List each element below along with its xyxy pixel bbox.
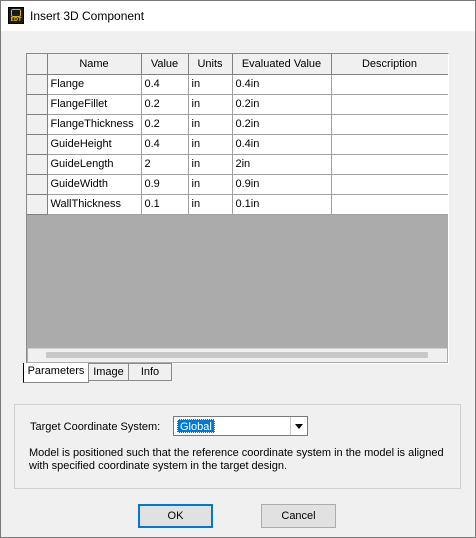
cell-value[interactable]: 0.2 <box>141 94 189 115</box>
cell-units[interactable]: in <box>188 74 233 95</box>
column-header-value[interactable]: Value <box>141 54 189 75</box>
column-header-description[interactable]: Description <box>331 54 448 75</box>
row-header[interactable] <box>27 94 48 115</box>
parameters-table-panel: Name Value Units Evaluated Value Descrip… <box>26 53 449 364</box>
cell-name[interactable]: FlangeFillet <box>47 94 142 115</box>
cell-units[interactable]: in <box>188 154 233 175</box>
cell-value[interactable]: 2 <box>141 154 189 175</box>
row-header[interactable] <box>27 194 48 215</box>
cell-name[interactable]: GuideLength <box>47 154 142 175</box>
cell-description[interactable] <box>331 74 448 95</box>
table-header-row: Name Value Units Evaluated Value Descrip… <box>27 54 448 75</box>
cell-units[interactable]: in <box>188 174 233 195</box>
cell-name[interactable]: FlangeThickness <box>47 114 142 135</box>
target-coordinate-system-select[interactable]: Global <box>173 416 308 436</box>
cell-description[interactable] <box>331 114 448 135</box>
row-header[interactable] <box>27 134 48 155</box>
cell-evaluated: 0.9in <box>232 174 332 195</box>
column-header-units[interactable]: Units <box>188 54 233 75</box>
ok-button[interactable]: OK <box>138 504 213 528</box>
title-bar: EDT Insert 3D Component <box>1 1 475 31</box>
ok-button-label: OK <box>167 510 184 522</box>
tab-info[interactable]: Info <box>128 363 172 381</box>
parameters-table: Name Value Units Evaluated Value Descrip… <box>27 54 448 215</box>
cell-units[interactable]: in <box>188 94 233 115</box>
cell-evaluated: 2in <box>232 154 332 175</box>
cell-name[interactable]: GuideWidth <box>47 174 142 195</box>
table-row[interactable]: FlangeThickness 0.2 in 0.2in <box>27 114 448 135</box>
cancel-button[interactable]: Cancel <box>261 504 336 528</box>
cell-units[interactable]: in <box>188 194 233 215</box>
corner-header-cell[interactable] <box>27 54 48 75</box>
cell-evaluated: 0.2in <box>232 94 332 115</box>
row-header[interactable] <box>27 74 48 95</box>
cell-value[interactable]: 0.4 <box>141 74 189 95</box>
cell-name[interactable]: GuideHeight <box>47 134 142 155</box>
selected-coordinate-system: Global <box>177 419 215 433</box>
cell-description[interactable] <box>331 194 448 215</box>
cell-evaluated: 0.4in <box>232 134 332 155</box>
cell-description[interactable] <box>331 134 448 155</box>
target-coordinate-system-label: Target Coordinate System: <box>30 421 161 433</box>
table-row[interactable]: GuideWidth 0.9 in 0.9in <box>27 174 448 195</box>
cancel-button-label: Cancel <box>281 510 316 522</box>
cell-evaluated: 0.4in <box>232 74 332 95</box>
cell-units[interactable]: in <box>188 134 233 155</box>
column-header-name[interactable]: Name <box>47 54 142 75</box>
scrollbar-thumb[interactable] <box>46 352 428 358</box>
cell-name[interactable]: WallThickness <box>47 194 142 215</box>
table-row[interactable]: GuideHeight 0.4 in 0.4in <box>27 134 448 155</box>
row-header[interactable] <box>27 174 48 195</box>
cell-value[interactable]: 0.2 <box>141 114 189 135</box>
cell-units[interactable]: in <box>188 114 233 135</box>
tab-parameters[interactable]: Parameters <box>23 363 89 383</box>
row-header[interactable] <box>27 114 48 135</box>
horizontal-scrollbar[interactable] <box>28 348 447 362</box>
cell-value[interactable]: 0.9 <box>141 174 189 195</box>
edt-app-icon: EDT <box>8 7 24 24</box>
cell-evaluated: 0.1in <box>232 194 332 215</box>
cell-evaluated: 0.2in <box>232 114 332 135</box>
chevron-down-icon[interactable] <box>290 417 307 435</box>
table-row[interactable]: Flange 0.4 in 0.4in <box>27 74 448 95</box>
cell-value[interactable]: 0.1 <box>141 194 189 215</box>
cell-value[interactable]: 0.4 <box>141 134 189 155</box>
window-title: Insert 3D Component <box>30 9 145 23</box>
table-row[interactable]: WallThickness 0.1 in 0.1in <box>27 194 448 215</box>
cell-description[interactable] <box>331 174 448 195</box>
row-header[interactable] <box>27 154 48 175</box>
cell-name[interactable]: Flange <box>47 74 142 95</box>
column-header-evaluated-value[interactable]: Evaluated Value <box>232 54 332 75</box>
cell-description[interactable] <box>331 94 448 115</box>
cell-description[interactable] <box>331 154 448 175</box>
table-row[interactable]: FlangeFillet 0.2 in 0.2in <box>27 94 448 115</box>
tab-image[interactable]: Image <box>88 363 129 381</box>
positioning-note: Model is positioned such that the refere… <box>29 447 444 472</box>
table-row[interactable]: GuideLength 2 in 2in <box>27 154 448 175</box>
insert-3d-component-dialog: EDT Insert 3D Component Name Value Units… <box>0 0 476 538</box>
